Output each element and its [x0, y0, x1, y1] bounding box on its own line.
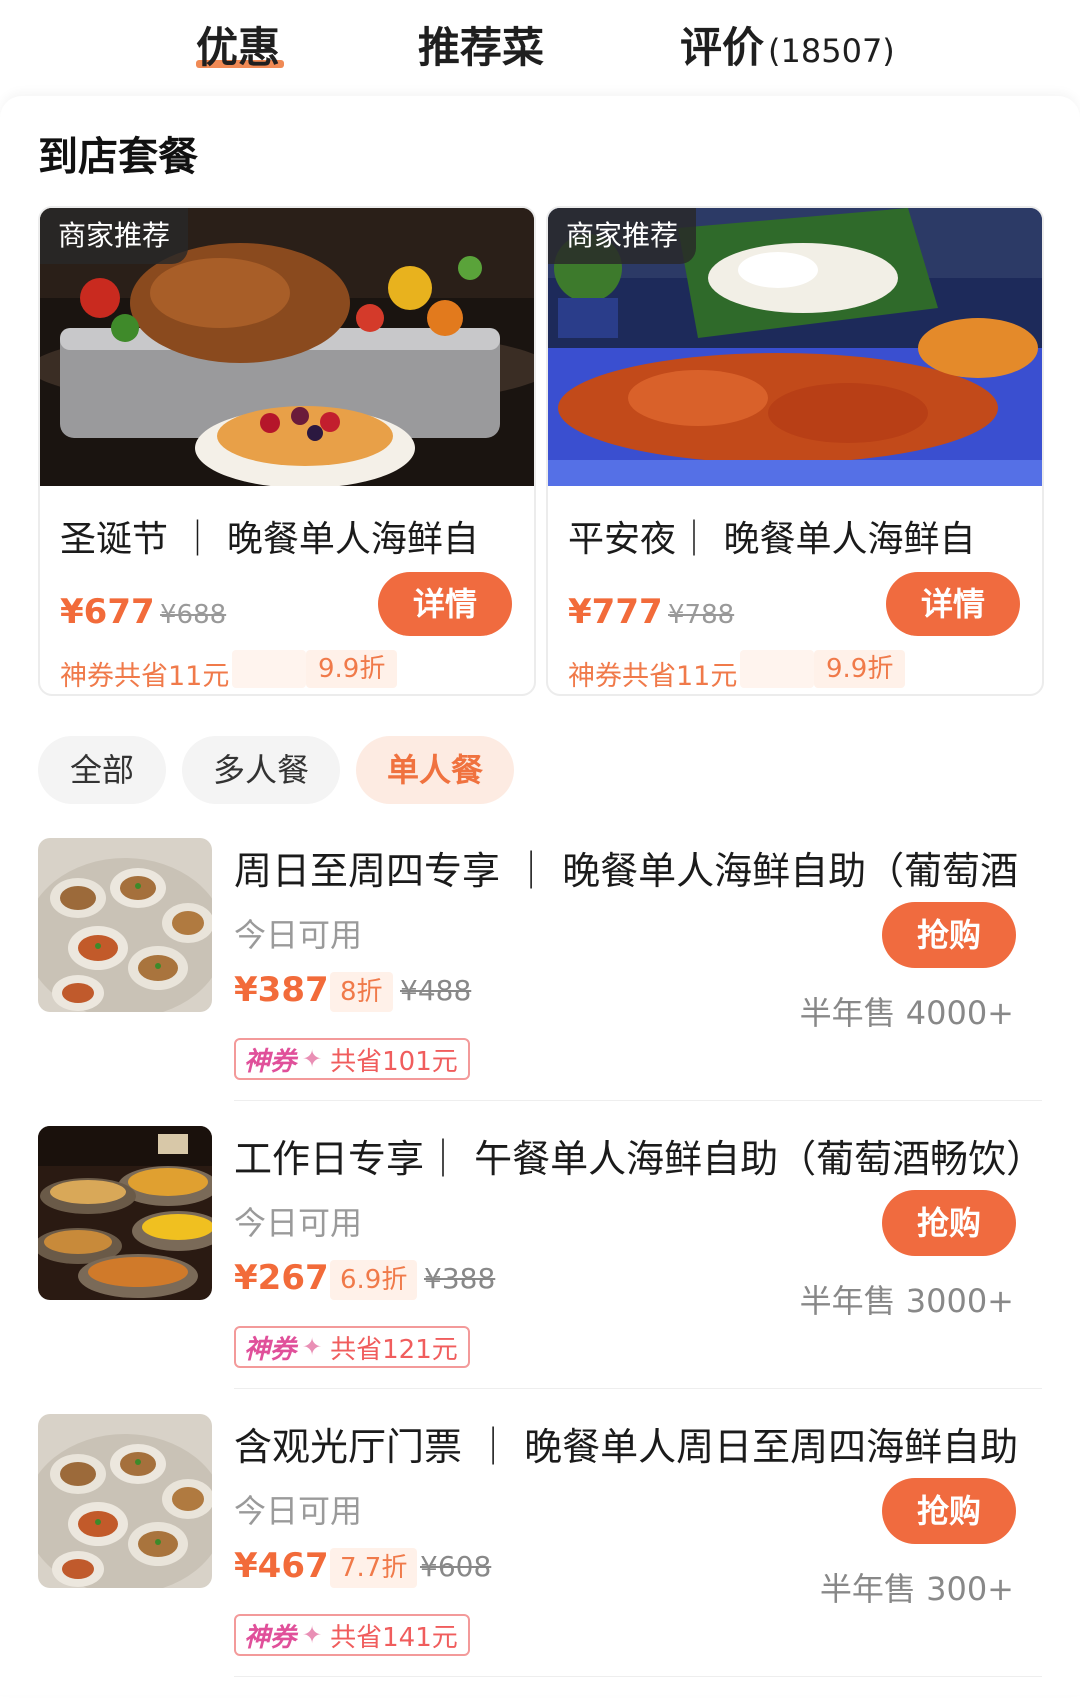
item-title: 含观光厅门票 ｜ 晚餐单人周日至周四海鲜自助 [234, 1425, 1019, 1469]
item-discount: 8折 [330, 972, 393, 1012]
coupon-savings: 神券共省11元 [568, 661, 738, 692]
filter-single-person[interactable]: 单人餐 [356, 736, 514, 804]
package-title: 圣诞节 ｜ 晚餐单人海鲜自 [60, 519, 479, 560]
item-discount: 6.9折 [330, 1260, 418, 1300]
coupon-savings: 神券共省11元 [60, 661, 230, 692]
coupon-savings: 共省121元 [330, 1334, 458, 1365]
item-title: 工作日专享｜ 午餐单人海鲜自助（葡萄酒畅饮） [234, 1137, 1045, 1181]
tab-reviews[interactable]: 评价 (18507) [680, 14, 895, 75]
package-original-price: ¥688 [160, 600, 227, 630]
item-price: ¥467 [234, 1546, 329, 1586]
item-original-price: ¥488 [400, 974, 472, 1007]
discount-chip: 9.9折 [306, 650, 398, 688]
item-sales: 半年售 4000+ [799, 994, 1014, 1032]
item-title: 周日至周四专享 ｜ 晚餐单人海鲜自助（葡萄酒 [234, 849, 1019, 893]
item-thumbnail-oysters [38, 838, 212, 1012]
item-price: ¥387 [234, 970, 329, 1010]
buy-button[interactable]: 抢购 [882, 1478, 1016, 1544]
divider [234, 1388, 1042, 1389]
merchant-recommend-tag: 商家推荐 [40, 208, 189, 264]
section-title: 到店套餐 [38, 134, 198, 180]
coupon-placeholder [232, 650, 306, 688]
tab-offers-label: 优惠 [196, 23, 281, 72]
tab-recommended-label: 推荐菜 [418, 23, 545, 72]
coupon-placeholder [740, 650, 814, 688]
item-sales: 半年售 300+ [819, 1570, 1014, 1608]
coupon-badge: 神券 ✦ 共省121元 [234, 1326, 470, 1368]
details-button[interactable]: 详情 [378, 572, 512, 636]
filter-all[interactable]: 全部 [38, 736, 166, 804]
divider [234, 1676, 1042, 1677]
package-price: ¥677 [60, 592, 155, 632]
discount-chip: 9.9折 [814, 650, 906, 688]
item-original-price: ¥388 [424, 1262, 496, 1295]
item-thumbnail-buffet [38, 1126, 212, 1300]
divider [234, 1100, 1042, 1101]
package-card[interactable]: 商家推荐 圣诞节 ｜ 晚餐单人海鲜自 ¥677 ¥688 详情 神券共省11元 … [38, 206, 536, 696]
package-price: ¥777 [568, 592, 663, 632]
coupon-label: 神券 [244, 1046, 297, 1077]
buy-button[interactable]: 抢购 [882, 1190, 1016, 1256]
package-card[interactable]: 商家推荐 平安夜｜ 晚餐单人海鲜自 ¥777 ¥788 详情 神券共省11元 9… [546, 206, 1044, 696]
item-discount: 7.7折 [330, 1548, 418, 1588]
tab-offers[interactable]: 优惠 [196, 14, 280, 75]
details-button[interactable]: 详情 [886, 572, 1020, 636]
list-item[interactable]: 周日至周四专享 ｜ 晚餐单人海鲜自助（葡萄酒 今日可用 抢购 ¥387 8折 ¥… [0, 838, 1080, 1128]
item-sales: 半年售 3000+ [799, 1282, 1014, 1320]
package-original-price: ¥788 [668, 600, 735, 630]
coupon-label: 神券 [244, 1622, 297, 1653]
tab-reviews-label: 评价 [680, 23, 765, 72]
filter-multi-person[interactable]: 多人餐 [182, 736, 340, 804]
item-availability: 今日可用 [234, 1492, 363, 1530]
coupon-savings: 共省141元 [330, 1622, 458, 1653]
list-item[interactable]: 工作日专享｜ 午餐单人海鲜自助（葡萄酒畅饮） 今日可用 抢购 ¥267 6.9折… [0, 1126, 1080, 1416]
item-original-price: ¥608 [420, 1550, 492, 1583]
star-icon: ✦ [302, 1621, 323, 1649]
merchant-recommend-tag: 商家推荐 [548, 208, 697, 264]
tab-recommended-dishes[interactable]: 推荐菜 [418, 14, 544, 75]
coupon-badge: 神券 ✦ 共省101元 [234, 1038, 470, 1080]
item-price: ¥267 [234, 1258, 329, 1298]
coupon-label: 神券 [244, 1334, 297, 1365]
item-availability: 今日可用 [234, 1204, 363, 1242]
top-tab-bar: 优惠 推荐菜 评价 (18507) [0, 0, 1080, 96]
list-item[interactable]: 含观光厅门票 ｜ 晚餐单人周日至周四海鲜自助 今日可用 抢购 ¥467 7.7折… [0, 1414, 1080, 1704]
buy-button[interactable]: 抢购 [882, 902, 1016, 968]
package-title: 平安夜｜ 晚餐单人海鲜自 [568, 519, 976, 560]
star-icon: ✦ [302, 1333, 323, 1361]
item-thumbnail-oysters [38, 1414, 212, 1588]
item-availability: 今日可用 [234, 916, 363, 954]
star-icon: ✦ [302, 1045, 323, 1073]
coupon-badge: 神券 ✦ 共省141元 [234, 1614, 470, 1656]
reviews-count: (18507) [768, 32, 895, 70]
coupon-savings: 共省101元 [330, 1046, 458, 1077]
